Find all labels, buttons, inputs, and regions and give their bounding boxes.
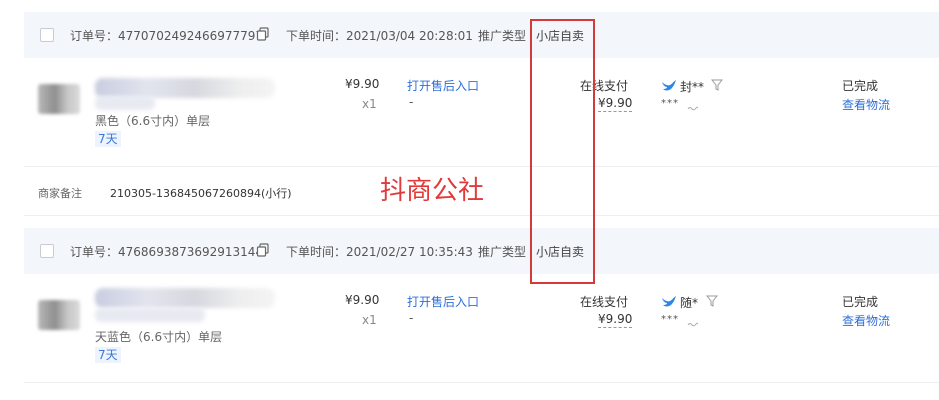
order-select-checkbox-1[interactable] [40,28,54,42]
promo-type-label-1: 推广类型 [478,29,527,43]
product-title-blurred-1[interactable] [95,78,275,98]
unit-price-1: ¥9.90 [345,77,380,91]
order-status-1: 已完成 [842,79,879,93]
buyer-name-1[interactable]: 封** [680,78,704,95]
row-divider [24,215,939,216]
squiggle-icon [687,106,699,111]
unit-price-2: ¥9.90 [345,293,380,307]
bird-icon [662,80,676,91]
filter-icon[interactable] [706,295,718,307]
order-status-2: 已完成 [842,295,879,309]
after-sale-link-2[interactable]: 打开售后入口 [407,293,479,310]
buyer-masked-1: *** [661,98,679,109]
row-divider [24,166,939,167]
product-thumbnail-2[interactable] [38,300,80,330]
order-number-2: 订单号：4768693873692913144 [70,245,264,259]
view-logistics-link-1[interactable]: 查看物流 [842,96,890,113]
quantity-2: x1 [362,313,377,327]
product-subtitle-blurred-2 [95,308,205,322]
product-sku-2: 天蓝色（6.6寸内）单层 [95,330,223,344]
merchant-remark-value: 210305-136845067260894(小行) [110,187,292,200]
after-sale-value-1: - [409,95,414,109]
copy-icon[interactable] [256,27,270,41]
pay-amount-2[interactable]: ¥9.90 [598,312,633,328]
order-time-2: 下单时间：2021/02/27 10:35:43 [286,245,473,259]
product-title-blurred-2[interactable] [95,288,275,308]
pay-method-2: 在线支付 [580,295,629,309]
order-select-checkbox-2[interactable] [40,244,54,258]
pay-amount-1[interactable]: ¥9.90 [598,96,633,112]
product-subtitle-blurred-1 [95,96,155,110]
filter-icon[interactable] [711,79,723,91]
return-badge-1: 7天 [95,131,121,147]
after-sale-link-1[interactable]: 打开售后入口 [407,77,479,94]
order-header-2: 订单号：4768693873692913144 下单时间：2021/02/27 … [24,228,939,274]
buyer-name-2[interactable]: 随* [680,294,698,311]
product-thumbnail-1[interactable] [38,84,80,114]
merchant-remark-label: 商家备注 [38,187,82,200]
promo-type-label-2: 推广类型 [478,245,527,259]
buyer-masked-2: *** [661,314,679,325]
return-badge-2: 7天 [95,347,121,363]
order-time-1: 下单时间：2021/03/04 20:28:01 [286,29,473,43]
bird-icon [662,296,676,307]
view-logistics-link-2[interactable]: 查看物流 [842,312,890,329]
after-sale-value-2: - [409,311,414,325]
quantity-1: x1 [362,97,377,111]
row-divider [24,382,939,383]
product-sku-1: 黑色（6.6寸内）单层 [95,114,211,128]
order-number-1: 订单号：4770702492466977797 [70,29,264,43]
annotation-highlight-box [530,19,595,284]
squiggle-icon [687,322,699,327]
watermark-text: 抖商公社 [380,176,485,206]
order-header-1: 订单号：4770702492466977797 下单时间：2021/03/04 … [24,12,939,58]
copy-icon[interactable] [256,243,270,257]
